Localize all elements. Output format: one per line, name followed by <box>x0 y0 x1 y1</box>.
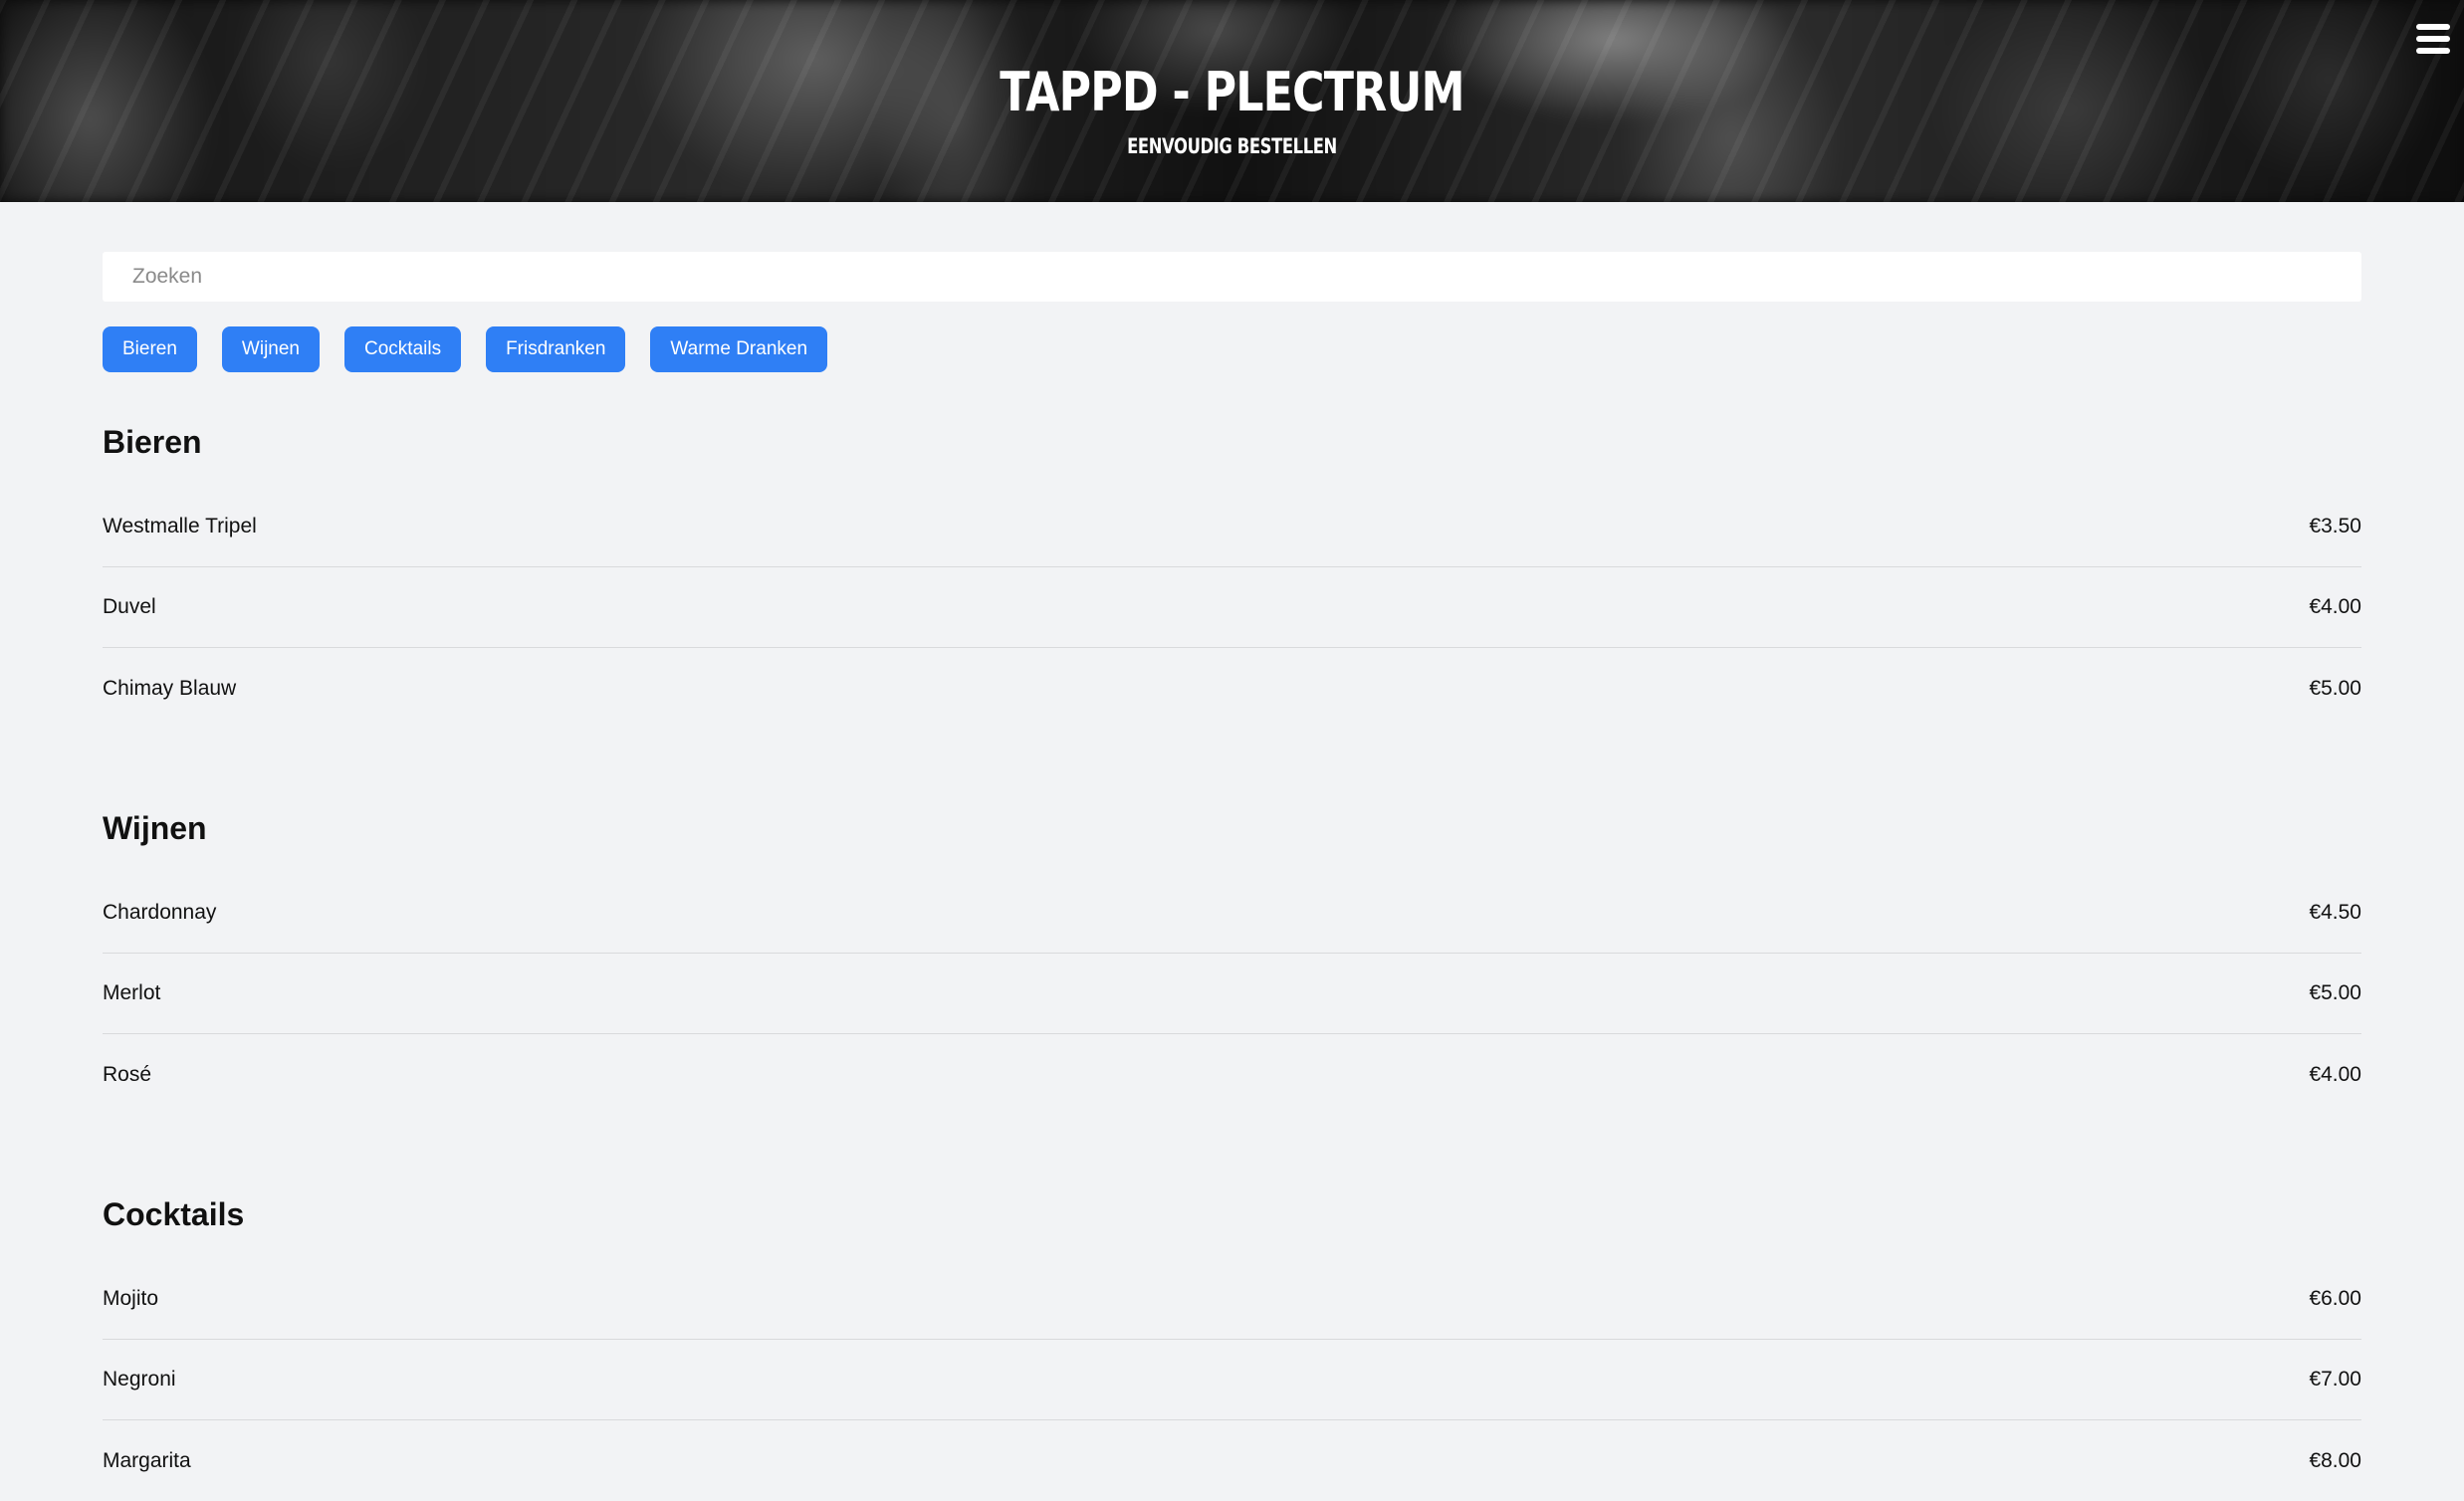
menu-item[interactable]: Duvel €4.00 <box>103 567 2361 648</box>
hero-banner: TAPPD - PLECTRUM EENVOUDIG BESTELLEN <box>0 0 2464 202</box>
category-chip-bieren[interactable]: Bieren <box>103 326 197 372</box>
item-price: €5.00 <box>2309 676 2361 700</box>
menu-item[interactable]: Negroni €7.00 <box>103 1340 2361 1420</box>
item-price: €7.00 <box>2309 1368 2361 1391</box>
menu-bar <box>2416 24 2450 30</box>
menu-bar <box>2416 48 2450 54</box>
section-wijnen: Wijnen Chardonnay €4.50 Merlot €5.00 Ros… <box>103 808 2361 1115</box>
item-price: €5.00 <box>2309 981 2361 1004</box>
category-filter-bar: Bieren Wijnen Cocktails Frisdranken Warm… <box>103 326 2361 372</box>
section-title: Wijnen <box>103 810 207 846</box>
item-price: €6.00 <box>2309 1287 2361 1310</box>
menu-item[interactable]: Chardonnay €4.50 <box>103 873 2361 954</box>
item-name: Westmalle Tripel <box>103 515 257 537</box>
search-input[interactable] <box>103 252 2361 302</box>
page-subtitle: EENVOUDIG BESTELLEN <box>1127 134 1337 158</box>
item-name: Mojito <box>103 1287 159 1310</box>
menu-item[interactable]: Chimay Blauw €5.00 <box>103 648 2361 729</box>
section-title: Cocktails <box>103 1196 245 1232</box>
item-name: Chardonnay <box>103 901 217 924</box>
menu-item[interactable]: Margarita €8.00 <box>103 1420 2361 1501</box>
menu-item[interactable]: Westmalle Tripel €3.50 <box>103 487 2361 567</box>
menu-bar <box>2416 36 2450 42</box>
item-price: €4.00 <box>2309 1062 2361 1086</box>
item-name: Chimay Blauw <box>103 676 237 700</box>
category-chip-cocktails[interactable]: Cocktails <box>344 326 462 372</box>
item-name: Rosé <box>103 1062 152 1086</box>
item-price: €3.50 <box>2309 515 2361 537</box>
hamburger-menu-icon[interactable] <box>2414 22 2452 56</box>
category-chip-wijnen[interactable]: Wijnen <box>221 326 320 372</box>
item-name: Negroni <box>103 1368 176 1391</box>
item-price: €4.50 <box>2309 901 2361 924</box>
item-price: €8.00 <box>2309 1448 2361 1472</box>
item-name: Margarita <box>103 1448 191 1472</box>
menu-item[interactable]: Rosé €4.00 <box>103 1034 2361 1115</box>
category-chip-warme-dranken[interactable]: Warme Dranken <box>650 326 828 372</box>
item-price: €4.00 <box>2309 595 2361 618</box>
menu-content: Bieren Wijnen Cocktails Frisdranken Warm… <box>103 202 2361 1501</box>
menu-item[interactable]: Merlot €5.00 <box>103 954 2361 1034</box>
section-title: Bieren <box>103 424 202 460</box>
category-chip-frisdranken[interactable]: Frisdranken <box>486 326 626 372</box>
menu-item[interactable]: Mojito €6.00 <box>103 1259 2361 1340</box>
page-title: TAPPD - PLECTRUM <box>1000 61 1464 123</box>
section-bieren: Bieren Westmalle Tripel €3.50 Duvel €4.0… <box>103 422 2361 729</box>
item-name: Merlot <box>103 981 161 1004</box>
item-name: Duvel <box>103 595 156 618</box>
section-cocktails: Cocktails Mojito €6.00 Negroni €7.00 Mar… <box>103 1194 2361 1501</box>
